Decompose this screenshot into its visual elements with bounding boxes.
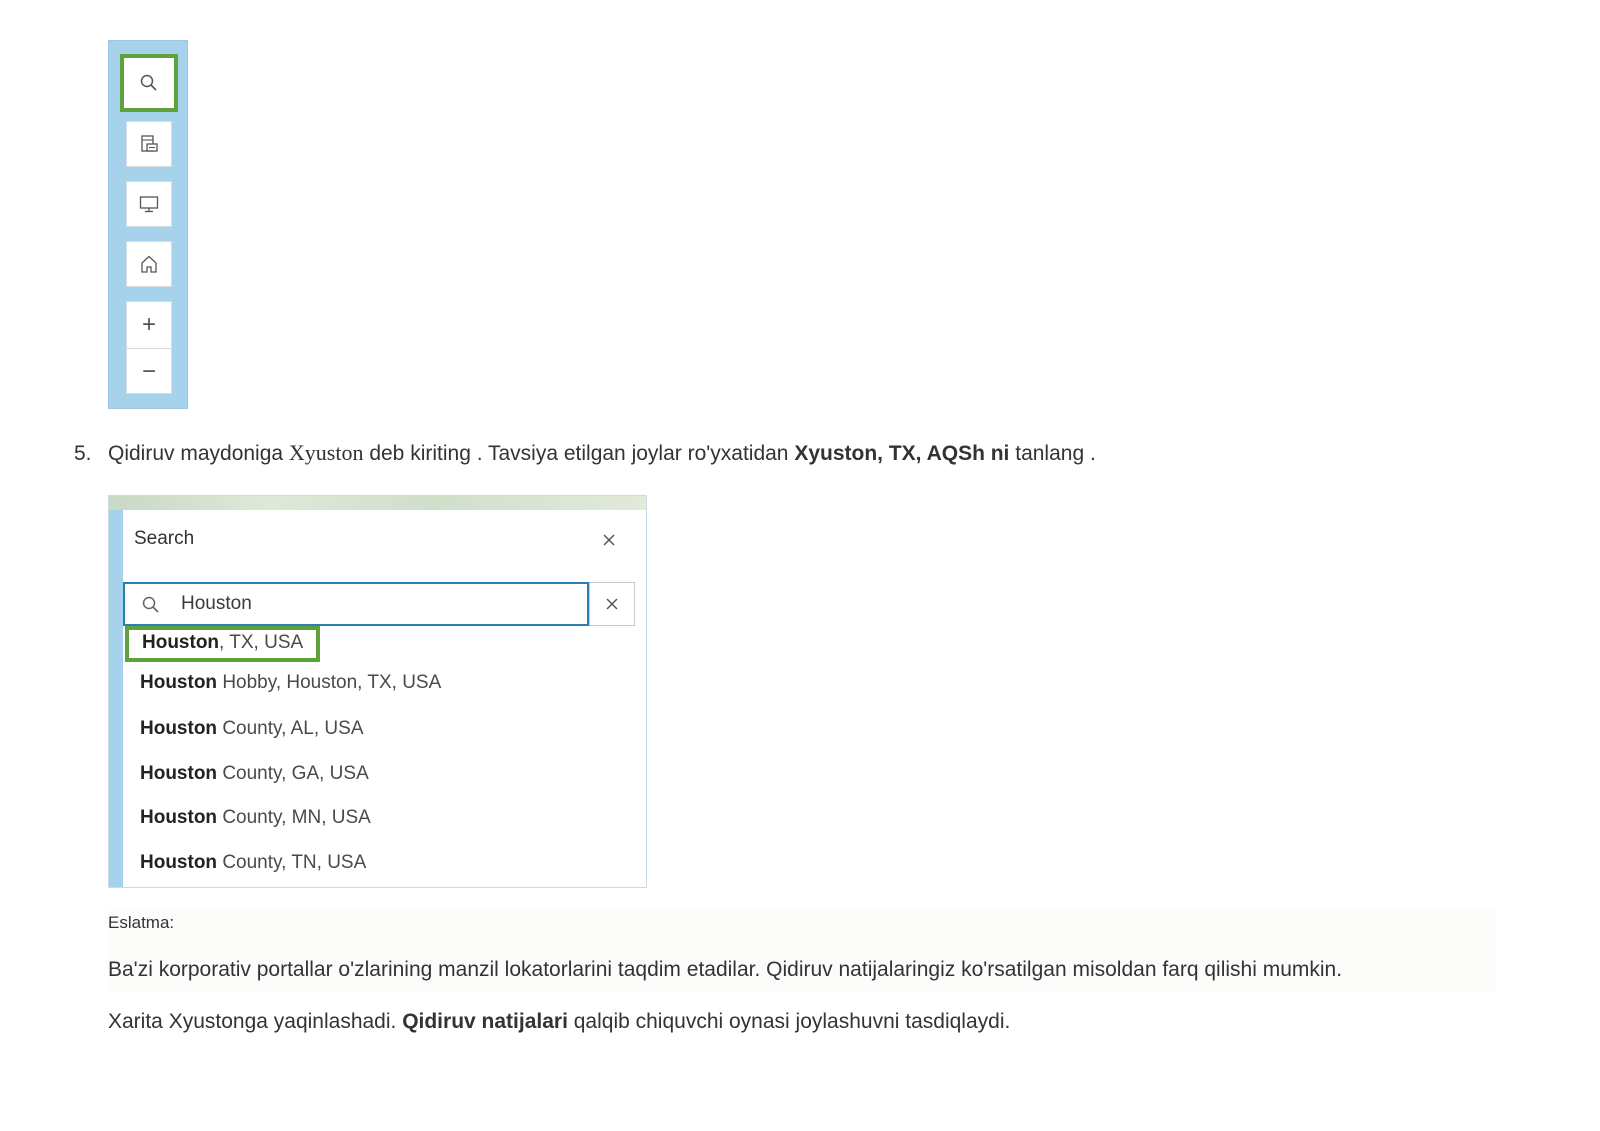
result-text-before: Xarita Xyustonga yaqinlashadi. bbox=[108, 1010, 403, 1033]
result-paragraph: Xarita Xyustonga yaqinlashadi. Qidiruv n… bbox=[108, 1010, 1010, 1034]
map-strip bbox=[109, 496, 646, 510]
search-panel-title: Search bbox=[134, 528, 195, 549]
search-icon bbox=[142, 596, 159, 613]
clear-search-button[interactable] bbox=[589, 582, 635, 626]
step-text-after: tanlang . bbox=[1009, 442, 1096, 465]
suggestion-rest: County, TN, USA bbox=[217, 852, 367, 873]
note-label: Eslatma: bbox=[108, 913, 175, 932]
suggestion-rest: County, AL, USA bbox=[217, 718, 364, 739]
home-button[interactable] bbox=[126, 241, 172, 287]
suggestion-bold: Houston bbox=[140, 718, 218, 739]
search-icon bbox=[140, 74, 157, 91]
step-text-middle: deb kiriting . Tavsiya etilgan joylar ro… bbox=[363, 442, 795, 465]
suggestion-bold: Houston bbox=[142, 632, 220, 653]
step-text-before: Qidiruv maydoniga bbox=[108, 442, 289, 465]
suggestion-rest: , TX, USA bbox=[219, 632, 304, 653]
search-box bbox=[123, 582, 589, 626]
minus-icon: − bbox=[141, 358, 156, 385]
step-code: Xyuston bbox=[288, 440, 364, 465]
fullscreen-button[interactable] bbox=[126, 181, 172, 227]
zoom-controls: + − bbox=[126, 301, 172, 394]
suggestion-item[interactable]: Houston, TX, USA bbox=[125, 626, 321, 662]
home-icon bbox=[141, 255, 157, 273]
close-icon bbox=[606, 598, 618, 610]
monitor-icon bbox=[139, 196, 159, 213]
suggestion-rest: County, GA, USA bbox=[217, 763, 369, 784]
suggestion-item[interactable]: Houston County, TN, USA bbox=[140, 852, 366, 874]
result-bold: Qidiruv natijalari bbox=[402, 1010, 568, 1033]
print-icon bbox=[141, 135, 158, 152]
suggestion-bold: Houston bbox=[140, 763, 218, 784]
suggestion-bold: Houston bbox=[140, 852, 218, 873]
suggestion-rest: Hobby, Houston, TX, USA bbox=[217, 672, 442, 693]
suggestion-bold: Houston bbox=[140, 672, 218, 693]
suggestion-bold: Houston bbox=[140, 807, 218, 828]
suggestion-item[interactable]: Houston County, GA, USA bbox=[140, 763, 369, 785]
search-button[interactable] bbox=[120, 54, 178, 112]
search-input[interactable] bbox=[181, 591, 561, 617]
suggestion-item[interactable]: Houston Hobby, Houston, TX, USA bbox=[140, 672, 441, 694]
result-text-after: qalqib chiquvchi oynasi joylashuvni tasd… bbox=[567, 1010, 1011, 1033]
step-5-instruction: 5. Qidiruv maydoniga Xyuston deb kiriting… bbox=[74, 438, 1096, 469]
suggestion-item[interactable]: Houston County, AL, USA bbox=[140, 718, 364, 740]
plus-icon: + bbox=[141, 311, 156, 338]
zoom-out-button[interactable]: − bbox=[127, 348, 171, 395]
step-bold: Xyuston, TX, AQSh ni bbox=[794, 442, 1010, 465]
panel-close-button[interactable] bbox=[599, 530, 619, 550]
zoom-in-button[interactable]: + bbox=[127, 302, 171, 348]
step-number: 5. bbox=[74, 442, 92, 465]
suggestion-item[interactable]: Houston County, MN, USA bbox=[140, 807, 371, 829]
note-text: Ba'zi korporativ portallar o'zlarining m… bbox=[108, 958, 1343, 981]
search-panel-screenshot: Search Houston, TX, USA Houston Hobby, H… bbox=[108, 495, 647, 888]
close-icon bbox=[603, 534, 615, 546]
print-button[interactable] bbox=[126, 121, 172, 167]
search-panel: Search Houston, TX, USA Houston Hobby, H… bbox=[123, 510, 646, 887]
suggestion-rest: County, MN, USA bbox=[217, 807, 371, 828]
map-toolbar-screenshot: + − bbox=[108, 40, 188, 409]
